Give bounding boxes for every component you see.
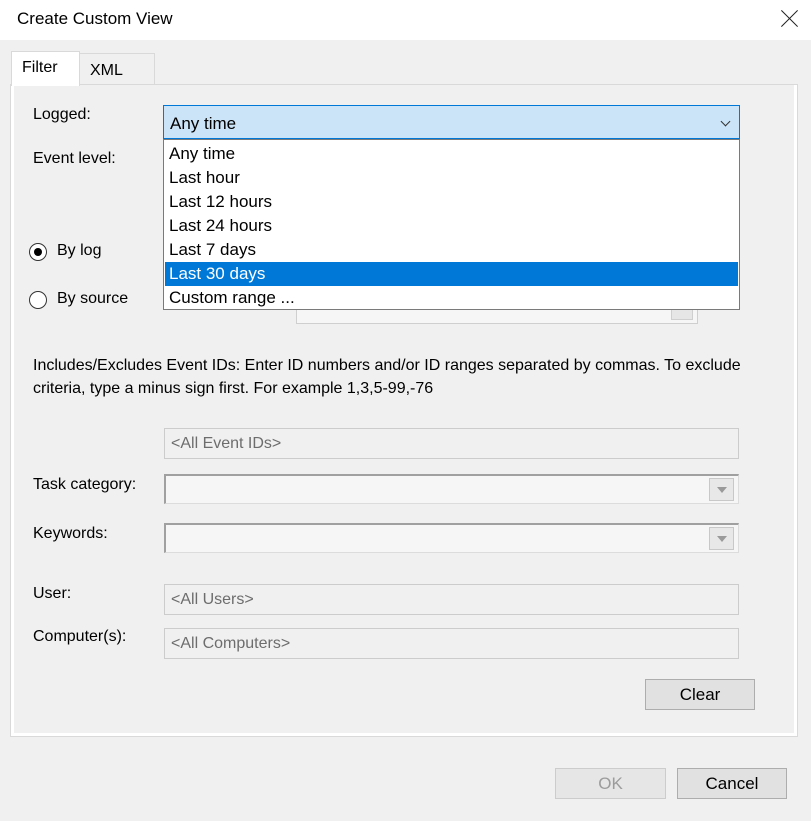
keywords-combo[interactable] bbox=[164, 523, 739, 553]
logged-dropdown[interactable]: Any time bbox=[163, 105, 740, 139]
keywords-label: Keywords: bbox=[33, 525, 108, 542]
title-bar: Create Custom View bbox=[0, 0, 811, 40]
event-ids-input[interactable]: <All Event IDs> bbox=[164, 428, 739, 459]
chevron-down-icon[interactable] bbox=[709, 527, 734, 550]
logged-option-highlighted[interactable]: Last 30 days bbox=[165, 262, 738, 286]
logged-value: Any time bbox=[170, 114, 237, 133]
logged-option[interactable]: Any time bbox=[165, 142, 738, 166]
logged-option[interactable]: Custom range ... bbox=[165, 286, 738, 310]
tab-xml[interactable]: XML bbox=[79, 53, 155, 84]
tab-filter[interactable]: Filter bbox=[11, 51, 80, 86]
logged-label: Logged: bbox=[33, 106, 91, 123]
logged-option[interactable]: Last 12 hours bbox=[165, 190, 738, 214]
logged-option[interactable]: Last 24 hours bbox=[165, 214, 738, 238]
user-label: User: bbox=[33, 585, 72, 602]
cancel-button[interactable]: Cancel bbox=[677, 768, 787, 799]
event-ids-description: Includes/Excludes Event IDs: Enter ID nu… bbox=[33, 357, 741, 397]
window-title: Create Custom View bbox=[17, 9, 173, 28]
logged-option[interactable]: Last 7 days bbox=[165, 238, 738, 262]
ok-button[interactable]: OK bbox=[555, 768, 666, 799]
by-log-radio[interactable] bbox=[29, 243, 47, 261]
by-log-label[interactable]: By log bbox=[57, 242, 101, 260]
event-level-label: Event level: bbox=[33, 150, 116, 167]
computers-label: Computer(s): bbox=[33, 628, 127, 645]
task-category-combo[interactable] bbox=[164, 474, 739, 504]
by-source-label[interactable]: By source bbox=[57, 290, 128, 308]
close-icon[interactable] bbox=[770, 0, 810, 38]
by-source-radio[interactable] bbox=[29, 291, 47, 309]
user-input[interactable]: <All Users> bbox=[164, 584, 739, 615]
task-category-label: Task category: bbox=[33, 476, 137, 493]
chevron-down-icon bbox=[720, 116, 731, 127]
chevron-down-icon[interactable] bbox=[709, 478, 734, 501]
computers-input[interactable]: <All Computers> bbox=[164, 628, 739, 659]
logged-options-list: Any time Last hour Last 12 hours Last 24… bbox=[163, 139, 740, 310]
clear-button[interactable]: Clear bbox=[645, 679, 755, 710]
logged-option[interactable]: Last hour bbox=[165, 166, 738, 190]
